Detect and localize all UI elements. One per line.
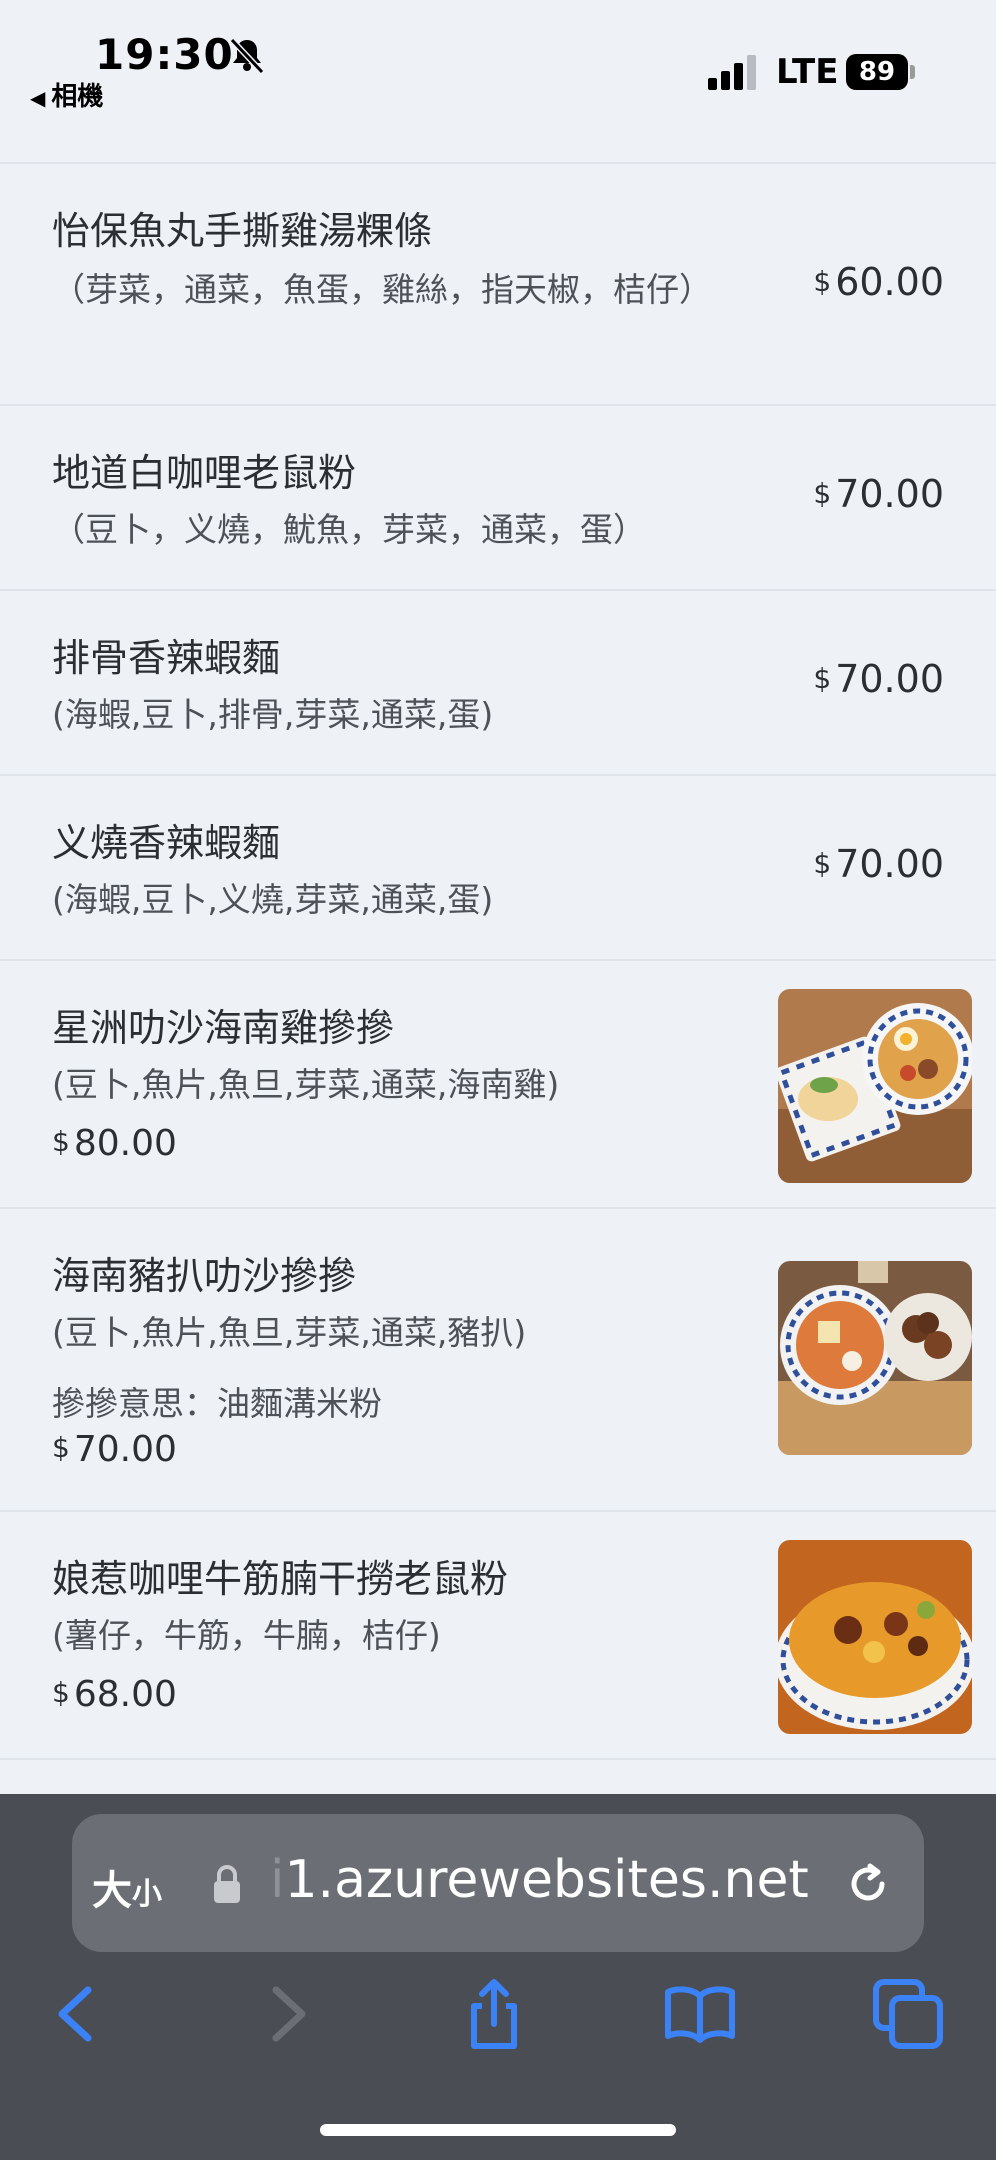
- battery-tip: [910, 65, 915, 79]
- menu-item[interactable]: 义燒香辣蝦麵 (海蝦,豆卜,义燒,芽菜,通菜,蛋) $70.00: [0, 774, 996, 959]
- laksa-pork-chop-photo: [778, 1261, 972, 1455]
- back-triangle-icon: ◀: [30, 86, 46, 110]
- item-name: 地道白咖哩老鼠粉: [52, 451, 357, 495]
- item-name: 星洲叻沙海南雞摻摻: [52, 1006, 395, 1050]
- item-name: 海南豬扒叻沙摻摻: [52, 1254, 357, 1298]
- share-icon[interactable]: [456, 1976, 532, 2052]
- reload-icon[interactable]: [842, 1858, 894, 1910]
- menu-item[interactable]: 地道白咖哩老鼠粉 （豆卜，义燒，魷魚，芽菜，通菜，蛋） $70.00: [0, 404, 996, 589]
- menu-item[interactable]: 娘惹咖哩牛筋腩干撈老鼠粉 (薯仔，牛筋，牛腩，桔仔) $68.00: [0, 1510, 996, 1758]
- battery-icon: 89: [846, 54, 908, 90]
- menu-list: 怡保魚丸手撕雞湯粿條 （芽菜，通菜，魚蛋，雞絲，指天椒，桔仔） $60.00 地…: [0, 162, 996, 1798]
- item-description: (豆卜,魚片,魚旦,芽菜,通菜,豬扒): [52, 1313, 527, 1352]
- item-name: 义燒香辣蝦麵: [52, 821, 281, 865]
- back-to-app-link[interactable]: ◀ 相機: [30, 76, 103, 113]
- menu-item[interactable]: 海南豬扒叻沙摻摻 (豆卜,魚片,魚旦,芽菜,通菜,豬扒) 摻摻意思：油麵溝米粉 …: [0, 1207, 996, 1510]
- status-bar: 19:30 ◀ 相機 LTE 89: [0, 0, 996, 162]
- tabs-icon[interactable]: [870, 1976, 946, 2052]
- forward-arrow-icon[interactable]: [248, 1976, 324, 2052]
- network-type: LTE: [776, 52, 839, 92]
- menu-item[interactable]: 怡保魚丸手撕雞湯粿條 （芽菜，通菜，魚蛋，雞絲，指天椒，桔仔） $60.00: [0, 162, 996, 404]
- item-name: 娘惹咖哩牛筋腩干撈老鼠粉: [52, 1557, 509, 1601]
- item-price: $70.00: [813, 657, 944, 701]
- url-text[interactable]: i1.azurewebsites.net: [270, 1850, 809, 1910]
- item-description: (豆卜,魚片,魚旦,芽菜,通菜,海南雞): [52, 1065, 560, 1104]
- item-description: (海蝦,豆卜,义燒,芽菜,通菜,蛋): [52, 880, 494, 919]
- food-photo[interactable]: [778, 989, 972, 1183]
- item-price: $60.00: [813, 260, 944, 304]
- item-description: (海蝦,豆卜,排骨,芽菜,通菜,蛋): [52, 695, 494, 734]
- item-price: $70.00: [813, 472, 944, 516]
- food-photo[interactable]: [778, 1261, 972, 1455]
- food-photo[interactable]: [778, 1540, 972, 1734]
- item-description: （芽菜，通菜，魚蛋，雞絲，指天椒，桔仔）: [52, 270, 712, 309]
- text-size-button[interactable]: 大小: [92, 1858, 162, 1916]
- home-indicator: [320, 2124, 676, 2136]
- bookmarks-icon[interactable]: [662, 1976, 738, 2052]
- item-description: （豆卜，义燒，魷魚，芽菜，通菜，蛋）: [52, 510, 646, 549]
- back-arrow-icon[interactable]: [38, 1976, 114, 2052]
- menu-item[interactable]: 星洲叻沙海南雞摻摻 (豆卜,魚片,魚旦,芽菜,通菜,海南雞) $80.00: [0, 959, 996, 1207]
- lock-icon: [214, 1865, 240, 1903]
- curry-beef-noodle-photo: [778, 1540, 972, 1734]
- item-price: $70.00: [813, 842, 944, 886]
- item-name: 排骨香辣蝦麵: [52, 636, 281, 680]
- item-price: $70.00: [52, 1429, 177, 1470]
- laksa-hainan-chicken-photo: [778, 989, 972, 1183]
- cellular-signal-icon: [708, 55, 756, 90]
- item-price: $80.00: [52, 1123, 177, 1164]
- menu-item-partial: [0, 1758, 996, 1798]
- menu-item[interactable]: 排骨香辣蝦麵 (海蝦,豆卜,排骨,芽菜,通菜,蛋) $70.00: [0, 589, 996, 774]
- item-note: 摻摻意思：油麵溝米粉: [52, 1384, 382, 1423]
- clock: 19:30: [95, 30, 234, 79]
- bell-muted-icon: [229, 37, 265, 75]
- item-description: (薯仔，牛筋，牛腩，桔仔): [52, 1616, 441, 1655]
- item-name: 怡保魚丸手撕雞湯粿條: [52, 209, 433, 253]
- item-price: $68.00: [52, 1674, 177, 1715]
